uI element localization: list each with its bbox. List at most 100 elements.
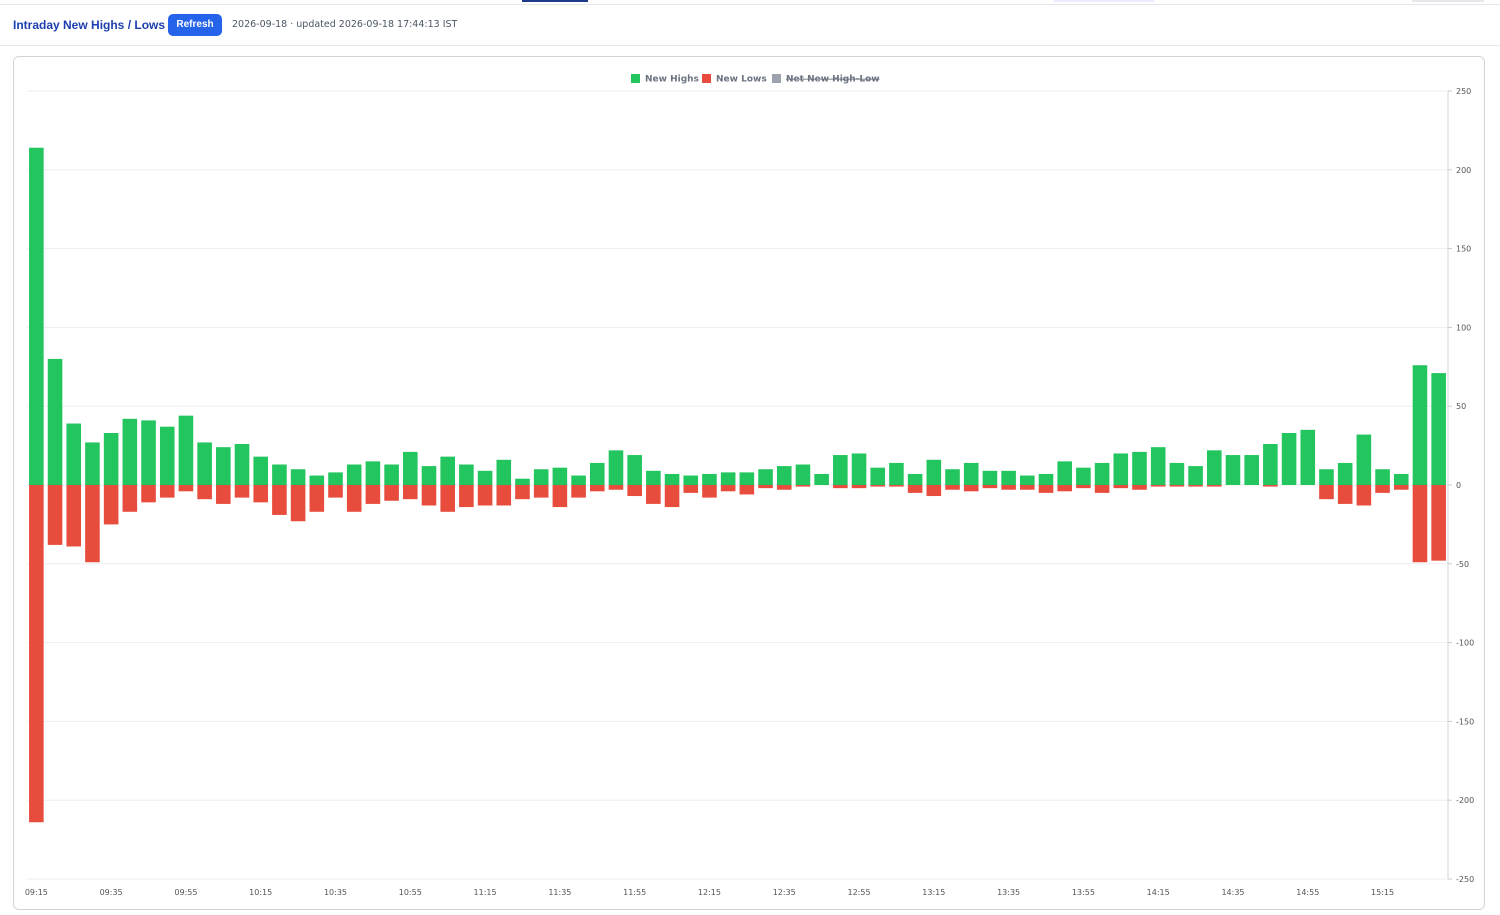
bar-new-lows[interactable]: [403, 485, 418, 500]
bar-new-lows[interactable]: [926, 485, 942, 497]
bar-new-highs[interactable]: [216, 447, 231, 485]
bar-new-highs[interactable]: [290, 469, 306, 485]
bar-new-highs[interactable]: [103, 432, 119, 485]
refresh-button[interactable]: Refresh: [168, 14, 222, 36]
bar-new-lows[interactable]: [907, 485, 923, 493]
bar-new-lows[interactable]: [1132, 485, 1147, 490]
bar-new-highs[interactable]: [1057, 461, 1072, 485]
bar-new-lows[interactable]: [440, 485, 455, 512]
bar-new-highs[interactable]: [776, 466, 792, 485]
bar-new-lows[interactable]: [477, 485, 493, 506]
bar-new-highs[interactable]: [533, 469, 549, 485]
bar-new-highs[interactable]: [851, 453, 867, 485]
bar-new-lows[interactable]: [141, 485, 156, 503]
bar-new-highs[interactable]: [571, 475, 586, 485]
bar-new-lows[interactable]: [776, 485, 792, 490]
bar-new-highs[interactable]: [870, 467, 886, 485]
bar-new-lows[interactable]: [627, 485, 642, 497]
bar-new-lows[interactable]: [29, 485, 44, 823]
bar-new-highs[interactable]: [253, 456, 269, 485]
bar-new-lows[interactable]: [1038, 485, 1054, 493]
bar-new-lows[interactable]: [702, 485, 717, 498]
bar-new-highs[interactable]: [945, 469, 960, 485]
bar-new-highs[interactable]: [1393, 473, 1409, 485]
bar-new-highs[interactable]: [122, 418, 138, 485]
bar-new-lows[interactable]: [459, 485, 474, 508]
bar-new-lows[interactable]: [646, 485, 661, 504]
bar-new-highs[interactable]: [739, 472, 755, 485]
bar-new-highs[interactable]: [272, 464, 287, 485]
bar-new-highs[interactable]: [963, 462, 979, 485]
bar-new-lows[interactable]: [664, 485, 680, 508]
bar-new-highs[interactable]: [29, 147, 44, 485]
bar-new-highs[interactable]: [1076, 467, 1091, 485]
bar-new-highs[interactable]: [1244, 455, 1259, 485]
bar-new-highs[interactable]: [496, 459, 512, 485]
bar-new-lows[interactable]: [309, 485, 325, 512]
bar-new-highs[interactable]: [683, 475, 699, 485]
top-right-button[interactable]: [1412, 0, 1484, 2]
bar-new-highs[interactable]: [365, 461, 381, 485]
bar-new-lows[interactable]: [720, 485, 736, 492]
bar-new-highs[interactable]: [1038, 473, 1054, 485]
bar-new-lows[interactable]: [1206, 485, 1222, 487]
bar-new-highs[interactable]: [982, 470, 998, 485]
bar-new-lows[interactable]: [515, 485, 530, 500]
bar-new-highs[interactable]: [1150, 447, 1166, 485]
bar-new-lows[interactable]: [758, 485, 773, 489]
bar-new-lows[interactable]: [384, 485, 399, 501]
bar-new-lows[interactable]: [1337, 485, 1353, 504]
bar-new-highs[interactable]: [589, 462, 605, 485]
bar-new-highs[interactable]: [1113, 453, 1129, 485]
bar-new-lows[interactable]: [1263, 485, 1278, 487]
bar-new-lows[interactable]: [870, 485, 886, 487]
bar-new-highs[interactable]: [1356, 434, 1372, 485]
bar-new-highs[interactable]: [833, 455, 848, 485]
bar-new-highs[interactable]: [309, 475, 325, 485]
bar-new-highs[interactable]: [1337, 462, 1353, 485]
bar-new-lows[interactable]: [159, 485, 175, 498]
bar-new-lows[interactable]: [197, 485, 212, 500]
bar-new-highs[interactable]: [552, 467, 568, 485]
bar-new-highs[interactable]: [159, 426, 175, 485]
bar-new-highs[interactable]: [1263, 444, 1278, 485]
bar-new-lows[interactable]: [1150, 485, 1166, 487]
bar-new-lows[interactable]: [795, 485, 811, 487]
bar-new-highs[interactable]: [1281, 432, 1297, 485]
bar-new-highs[interactable]: [197, 442, 212, 485]
bar-new-lows[interactable]: [589, 485, 605, 492]
bar-new-lows[interactable]: [1188, 485, 1203, 487]
tab-highlight[interactable]: [1054, 0, 1154, 2]
bar-new-lows[interactable]: [496, 485, 512, 506]
bar-new-lows[interactable]: [982, 485, 998, 489]
bar-new-highs[interactable]: [926, 459, 942, 485]
bar-new-lows[interactable]: [1076, 485, 1091, 489]
bar-new-highs[interactable]: [1001, 470, 1016, 485]
bar-new-highs[interactable]: [1132, 451, 1147, 485]
bar-new-highs[interactable]: [720, 472, 736, 485]
bar-new-highs[interactable]: [907, 473, 923, 485]
bar-new-lows[interactable]: [234, 485, 250, 498]
bar-new-lows[interactable]: [178, 485, 194, 492]
bar-new-highs[interactable]: [627, 455, 642, 485]
legend-item-net-new-high-low[interactable]: Net New High-Low: [772, 74, 880, 85]
bar-new-highs[interactable]: [1188, 466, 1203, 485]
bar-new-lows[interactable]: [963, 485, 979, 492]
bar-new-highs[interactable]: [702, 473, 717, 485]
bar-new-lows[interactable]: [1431, 485, 1446, 561]
bar-new-highs[interactable]: [1412, 365, 1428, 485]
bar-new-lows[interactable]: [833, 485, 848, 489]
bar-new-highs[interactable]: [178, 415, 194, 485]
bar-new-highs[interactable]: [1169, 462, 1185, 485]
bar-new-lows[interactable]: [945, 485, 960, 490]
bar-new-highs[interactable]: [234, 444, 250, 485]
bar-new-highs[interactable]: [141, 420, 156, 485]
active-tab-indicator[interactable]: [522, 0, 588, 2]
bar-new-lows[interactable]: [216, 485, 231, 504]
bar-new-lows[interactable]: [66, 485, 82, 547]
bar-new-lows[interactable]: [47, 485, 63, 545]
bar-new-lows[interactable]: [1375, 485, 1390, 493]
bar-new-lows[interactable]: [1001, 485, 1016, 490]
bar-new-highs[interactable]: [1094, 462, 1110, 485]
bar-new-lows[interactable]: [290, 485, 306, 522]
